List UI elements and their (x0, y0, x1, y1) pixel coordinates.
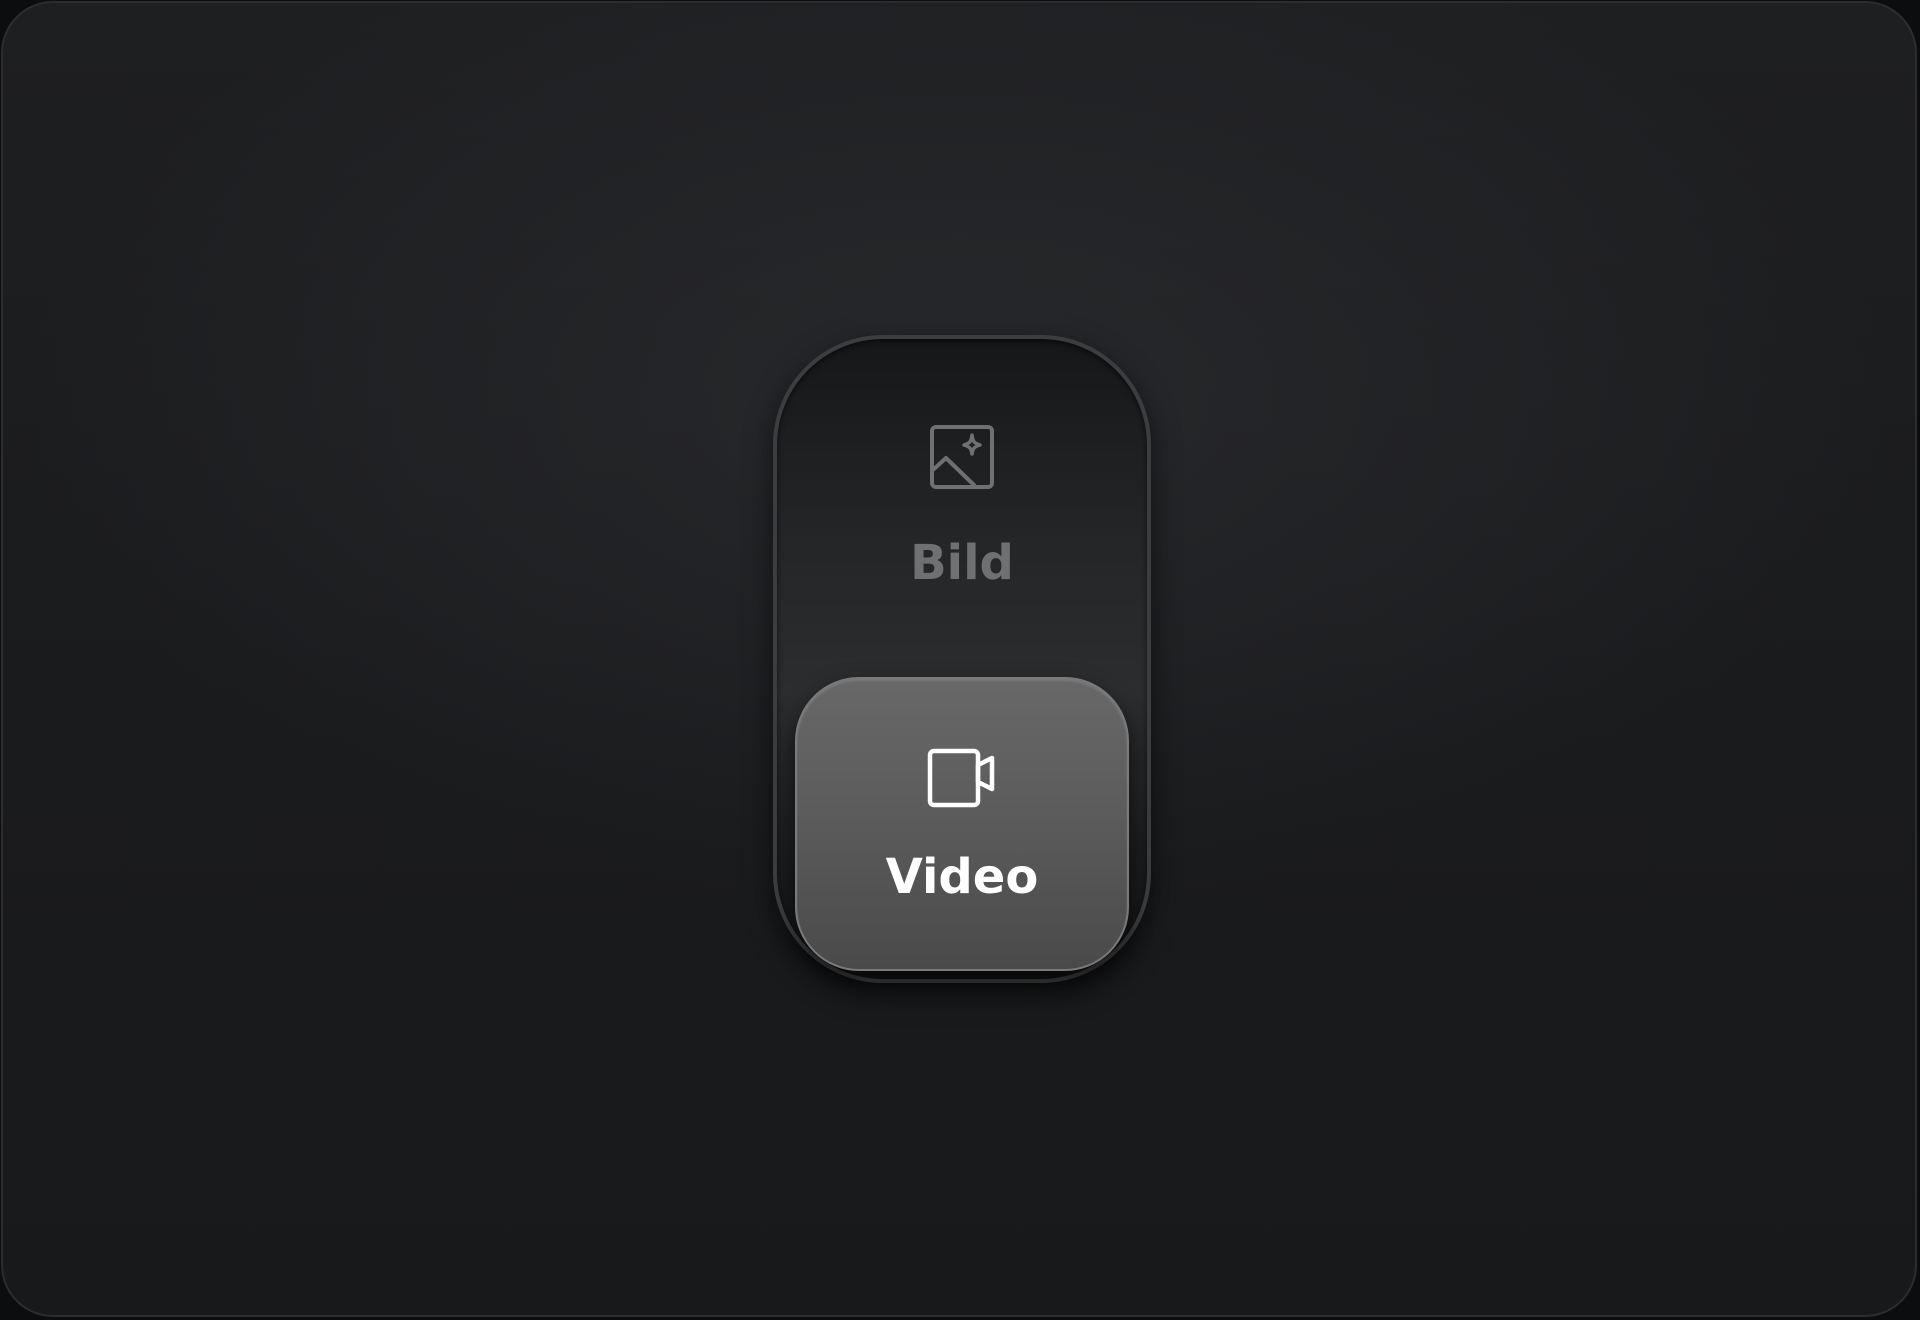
video-camera-icon (927, 748, 995, 808)
option-bild-label: Bild (910, 535, 1014, 591)
option-video-label: Video (885, 849, 1039, 905)
image-sparkle-icon (930, 425, 994, 489)
app-window: Bild Video (1, 1, 1917, 1317)
option-video[interactable]: Video (795, 677, 1129, 971)
media-type-toggle[interactable]: Bild Video (773, 335, 1151, 983)
option-bild[interactable]: Bild (795, 339, 1129, 669)
